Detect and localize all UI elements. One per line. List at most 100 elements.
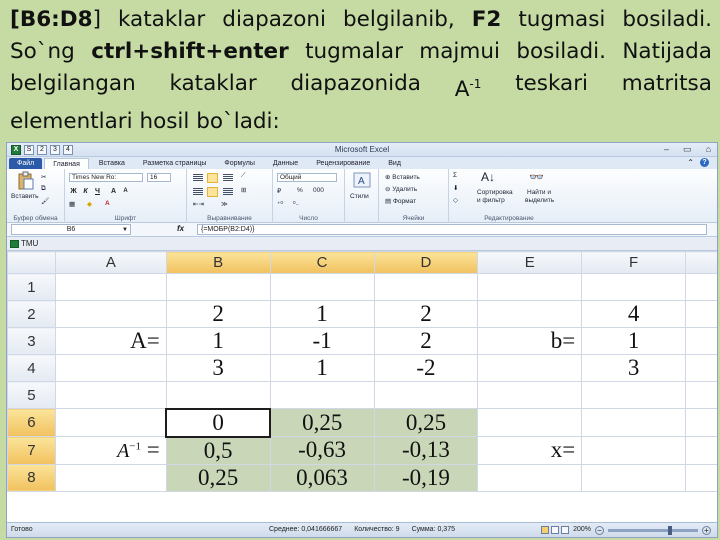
font-name-select[interactable]: Times New Ro: [69, 173, 143, 182]
cell-a1[interactable] [54, 273, 167, 301]
cell-a7[interactable]: A−1 = [54, 436, 167, 465]
align-left-icon[interactable] [193, 188, 203, 196]
tab-formulas[interactable]: Формулы [216, 158, 262, 169]
row-header-8[interactable]: 8 [7, 463, 56, 492]
wrap-text-icon[interactable]: ≫ [221, 200, 228, 208]
cell-e7[interactable]: x= [477, 436, 583, 465]
cell-g3[interactable] [685, 327, 717, 355]
align-middle-icon[interactable] [207, 173, 218, 183]
cell-a5[interactable] [54, 381, 167, 409]
cell-g1[interactable] [685, 273, 717, 301]
align-top-icon[interactable] [193, 174, 203, 182]
percent-button[interactable]: % [297, 187, 303, 194]
cell-d7[interactable]: -0,13 [373, 436, 479, 465]
tab-page-layout[interactable]: Разметка страницы [135, 158, 215, 169]
cell-a6[interactable] [54, 408, 167, 437]
format-painter-icon[interactable]: 🖌 [41, 197, 49, 205]
thousands-button[interactable]: 000 [313, 187, 324, 194]
copy-icon[interactable]: ⧉ [41, 185, 46, 193]
column-header-e[interactable]: E [477, 251, 583, 274]
cell-c7[interactable]: -0,63 [269, 436, 375, 465]
cell-d4[interactable]: -2 [373, 354, 479, 382]
row-header-5[interactable]: 5 [7, 381, 56, 409]
row-header-1[interactable]: 1 [7, 273, 56, 301]
chevron-down-icon[interactable]: ▼ [122, 225, 128, 235]
cell-f2[interactable]: 4 [581, 300, 687, 328]
row-header-6[interactable]: 6 [7, 408, 56, 437]
find-select-button[interactable]: Найти и [527, 189, 551, 196]
font-color-icon[interactable]: A [105, 200, 110, 207]
tab-review[interactable]: Рецензирование [308, 158, 378, 169]
column-header-d[interactable]: D [373, 251, 479, 274]
merge-icon[interactable]: ⊞ [241, 186, 246, 194]
zoom-slider[interactable] [608, 526, 698, 535]
cell-b5[interactable] [165, 381, 271, 409]
cell-f5[interactable] [581, 381, 687, 409]
cell-a2[interactable] [54, 300, 167, 328]
borders-icon[interactable]: ▦ [69, 200, 75, 208]
find-select-icon[interactable]: 👓 [529, 170, 544, 184]
cell-g8[interactable] [685, 463, 717, 492]
cell-d6[interactable]: 0,25 [373, 408, 479, 437]
cell-d8[interactable]: -0,19 [373, 463, 479, 492]
zoom-in-button[interactable]: + [702, 525, 711, 535]
column-header-g[interactable] [685, 251, 717, 274]
cell-b4[interactable]: 3 [165, 354, 271, 382]
align-center-icon[interactable] [207, 187, 218, 197]
shrink-font-button[interactable]: A [121, 187, 130, 196]
cell-d5[interactable] [373, 381, 479, 409]
row-header-2[interactable]: 2 [7, 300, 56, 328]
zoom-level[interactable]: 200% [573, 523, 591, 537]
page-break-view-icon[interactable] [561, 526, 570, 534]
cell-d1[interactable] [373, 273, 479, 301]
indent-icon[interactable]: ⇤⇥ [193, 200, 204, 208]
normal-view-icon[interactable] [541, 526, 550, 534]
maximize-button[interactable]: ▭ [683, 144, 692, 155]
delete-cells-button[interactable]: ⊖ Удалить [385, 185, 417, 193]
ribbon-collapse-icon[interactable]: ⌃ [687, 158, 694, 167]
cut-icon[interactable]: ✂ [41, 173, 46, 181]
cell-b8[interactable]: 0,25 [165, 463, 271, 492]
row-header-3[interactable]: 3 [7, 327, 56, 355]
cell-e6[interactable] [477, 408, 583, 437]
cell-b2[interactable]: 2 [165, 300, 271, 328]
styles-icon[interactable]: A [353, 172, 371, 188]
cell-b7[interactable]: 0,5 [165, 436, 271, 465]
column-header-a[interactable]: A [54, 251, 167, 274]
cell-g4[interactable] [685, 354, 717, 382]
minimize-button[interactable]: – [664, 144, 669, 155]
tab-file[interactable]: Файл [9, 158, 43, 169]
fill-icon[interactable]: ⬇ [453, 184, 458, 192]
align-right-icon[interactable] [223, 188, 233, 196]
italic-button[interactable]: К [81, 187, 90, 196]
grow-font-button[interactable]: A [109, 187, 118, 196]
cell-c5[interactable] [269, 381, 375, 409]
cell-a8[interactable] [54, 463, 167, 492]
number-format-select[interactable]: Общий [277, 173, 337, 182]
font-size-select[interactable]: 16 [147, 173, 171, 182]
sort-filter-icon[interactable]: A↓ [481, 170, 495, 184]
formula-input[interactable]: {=МОБР(B2:D4)} [197, 224, 707, 235]
cell-f1[interactable] [581, 273, 687, 301]
align-bottom-icon[interactable] [223, 174, 233, 182]
cell-g2[interactable] [685, 300, 717, 328]
cell-b3[interactable]: 1 [165, 327, 271, 355]
cell-g6[interactable] [685, 408, 717, 437]
cell-a4[interactable] [54, 354, 167, 382]
row-header-7[interactable]: 7 [7, 436, 56, 465]
row-header-4[interactable]: 4 [7, 354, 56, 382]
tab-view[interactable]: Вид [380, 158, 409, 169]
underline-button[interactable]: Ч [93, 187, 102, 196]
cell-e2[interactable] [477, 300, 583, 328]
orientation-icon[interactable]: ⟋ [241, 172, 246, 180]
cell-b6[interactable]: 0 [165, 407, 272, 438]
column-header-c[interactable]: C [269, 251, 375, 274]
cell-f7[interactable] [581, 436, 687, 465]
name-box[interactable]: B6 ▼ [11, 224, 131, 235]
fill-color-icon[interactable]: ◆ [87, 200, 92, 208]
cell-g7[interactable] [685, 436, 717, 465]
help-icon[interactable]: ? [700, 158, 709, 167]
increase-decimal-icon[interactable]: ⁺⁰ [277, 200, 283, 208]
paste-icon[interactable] [17, 171, 35, 191]
decrease-decimal-icon[interactable]: ⁰₋ [293, 200, 299, 208]
